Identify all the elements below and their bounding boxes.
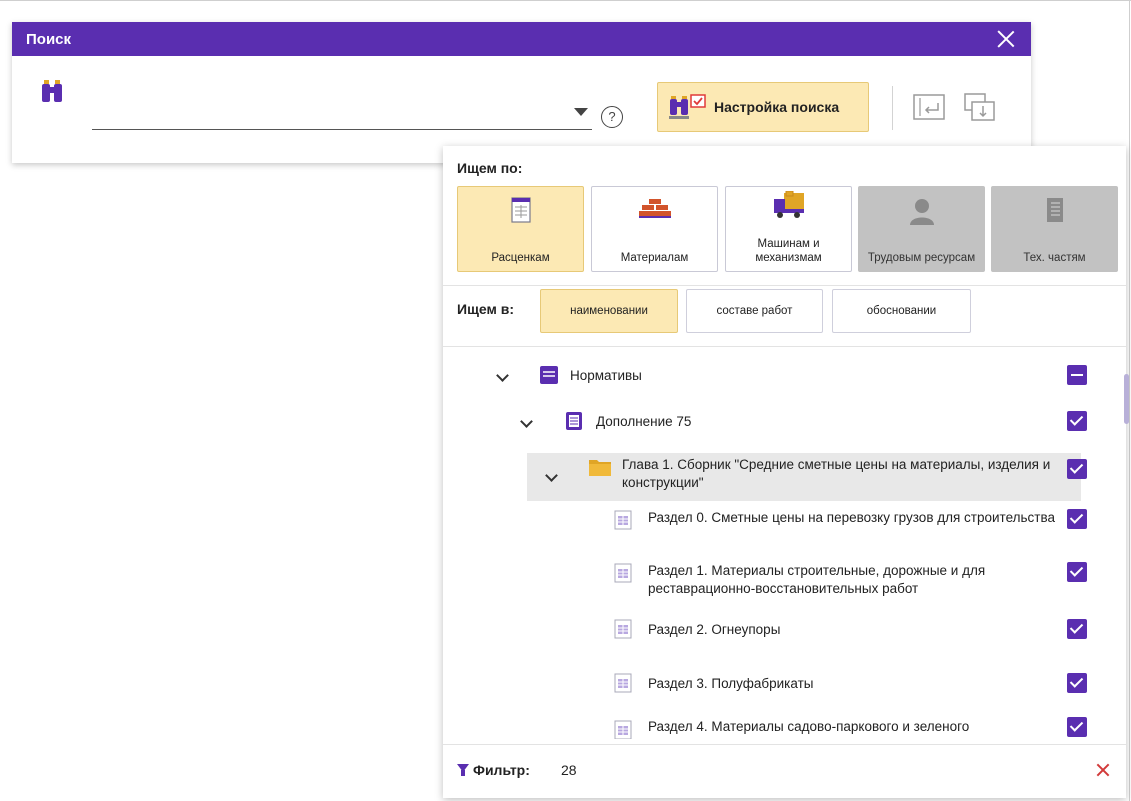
search-settings-panel: Ищем по: Расценкам Материалам Машинам и … — [443, 146, 1129, 798]
checkbox[interactable] — [1067, 365, 1087, 385]
checkbox[interactable] — [1067, 562, 1087, 582]
filter-count: 28 — [561, 762, 577, 778]
checkbox[interactable] — [1067, 619, 1087, 639]
chevron-down-icon[interactable] — [574, 108, 588, 116]
bricks-icon — [638, 199, 671, 218]
search-in-label: Ищем в: — [457, 301, 514, 317]
binoculars-icon — [42, 80, 62, 102]
tree-item-section-1[interactable]: Раздел 1. Материалы строительные, дорожн… — [443, 560, 1126, 602]
filter-footer: Фильтр: 28 — [443, 744, 1126, 798]
panel-divider — [443, 346, 1126, 347]
filter-label: Фильтр: — [473, 762, 530, 778]
field-justification-label: обосновании — [866, 305, 937, 317]
search-settings-label: Настройка поиска — [714, 99, 840, 115]
tree-item-label: Раздел 3. Полуфабрикаты — [648, 676, 814, 691]
search-titlebar: Поиск — [12, 22, 1031, 56]
category-tech-parts-label: Тех. частям — [1023, 252, 1086, 264]
scrollbar-thumb[interactable] — [1124, 374, 1129, 424]
chevron-down-icon[interactable] — [521, 418, 531, 428]
search-by-label: Ищем по: — [457, 160, 523, 176]
tree-item-addition-75[interactable]: Дополнение 75 — [443, 411, 1126, 441]
tree-item-label: Раздел 2. Огнеупоры — [648, 622, 781, 637]
category-rates-label: Расценкам — [491, 252, 550, 264]
help-icon[interactable]: ? — [601, 106, 623, 128]
table-icon — [614, 673, 632, 693]
search-settings-button[interactable]: Настройка поиска — [657, 82, 869, 132]
table-icon — [614, 563, 632, 583]
chevron-down-icon[interactable] — [546, 472, 556, 482]
field-justification-button[interactable]: обосновании — [832, 289, 971, 333]
person-icon — [909, 199, 934, 225]
toolbar-divider — [892, 86, 893, 130]
field-name-button[interactable]: наименовании — [540, 289, 678, 333]
search-title: Поиск — [26, 30, 72, 48]
field-work-content-label: составе работ — [716, 305, 793, 317]
checkbox[interactable] — [1067, 717, 1087, 737]
tree-item-section-4[interactable]: Раздел 4. Материалы садово-паркового и з… — [443, 717, 1126, 739]
document-icon — [1046, 198, 1063, 222]
tree-item-label: Дополнение 75 — [596, 414, 692, 429]
tree-item-label: Глава 1. Сборник "Средние сметные цены н… — [622, 457, 1051, 490]
checkbox[interactable] — [1067, 673, 1087, 693]
checkbox[interactable] — [1067, 509, 1087, 529]
window-border-right — [1129, 0, 1130, 801]
category-machines-label: Машинам и механизмам — [755, 238, 822, 264]
panel-divider — [443, 285, 1126, 286]
tree-item-chapter-1[interactable]: Глава 1. Сборник "Средние сметные цены н… — [443, 453, 1126, 501]
table-icon — [614, 619, 632, 639]
search-field[interactable] — [92, 92, 592, 130]
field-work-content-button[interactable]: составе работ — [686, 289, 823, 333]
checkbox[interactable] — [1067, 411, 1087, 431]
table-icon — [614, 720, 632, 739]
search-dialog: Поиск ? Настройка поиска — [12, 22, 1031, 163]
tree-item-normatives[interactable]: Нормативы — [443, 365, 1126, 395]
table-icon — [614, 510, 632, 530]
category-machines-button[interactable]: Машинам и механизмам — [725, 186, 852, 272]
clear-filter-icon[interactable] — [1095, 762, 1111, 778]
table-icon — [510, 197, 531, 223]
truck-icon — [773, 191, 804, 218]
tree-item-section-2[interactable]: Раздел 2. Огнеупоры — [443, 619, 1126, 647]
tree-item-label: Раздел 4. Материалы садово-паркового и з… — [648, 719, 970, 739]
tree-item-section-3[interactable]: Раздел 3. Полуфабрикаты — [443, 673, 1126, 701]
field-name-label: наименовании — [570, 305, 648, 317]
chevron-down-icon[interactable] — [497, 372, 507, 382]
insert-icon[interactable] — [912, 92, 948, 122]
category-materials-button[interactable]: Материалам — [591, 186, 718, 272]
folder-icon — [589, 460, 611, 476]
binoculars-settings-icon — [669, 94, 706, 119]
category-tech-parts-button[interactable]: Тех. частям — [991, 186, 1118, 272]
category-labor-label: Трудовым ресурсам — [867, 252, 976, 264]
database-icon — [540, 366, 558, 384]
tree-item-section-0[interactable]: Раздел 0. Сметные цены на перевозку груз… — [443, 507, 1126, 549]
filter-icon-stem — [461, 770, 465, 776]
tree-item-label: Раздел 0. Сметные цены на перевозку груз… — [648, 510, 1056, 525]
category-labor-button[interactable]: Трудовым ресурсам — [858, 186, 985, 272]
window-border-top — [0, 0, 1131, 1]
close-icon[interactable] — [995, 28, 1017, 50]
catalog-tree: Нормативы Дополнение 75 Глава 1. Сборник… — [443, 349, 1126, 739]
category-materials-label: Материалам — [620, 252, 689, 264]
export-icon[interactable] — [962, 92, 998, 122]
book-icon — [566, 412, 582, 430]
search-input[interactable] — [92, 92, 552, 126]
category-rates-button[interactable]: Расценкам — [457, 186, 584, 272]
tree-item-label: Раздел 1. Материалы строительные, дорожн… — [648, 563, 986, 596]
checkbox[interactable] — [1067, 459, 1087, 479]
tree-item-label: Нормативы — [570, 368, 642, 383]
